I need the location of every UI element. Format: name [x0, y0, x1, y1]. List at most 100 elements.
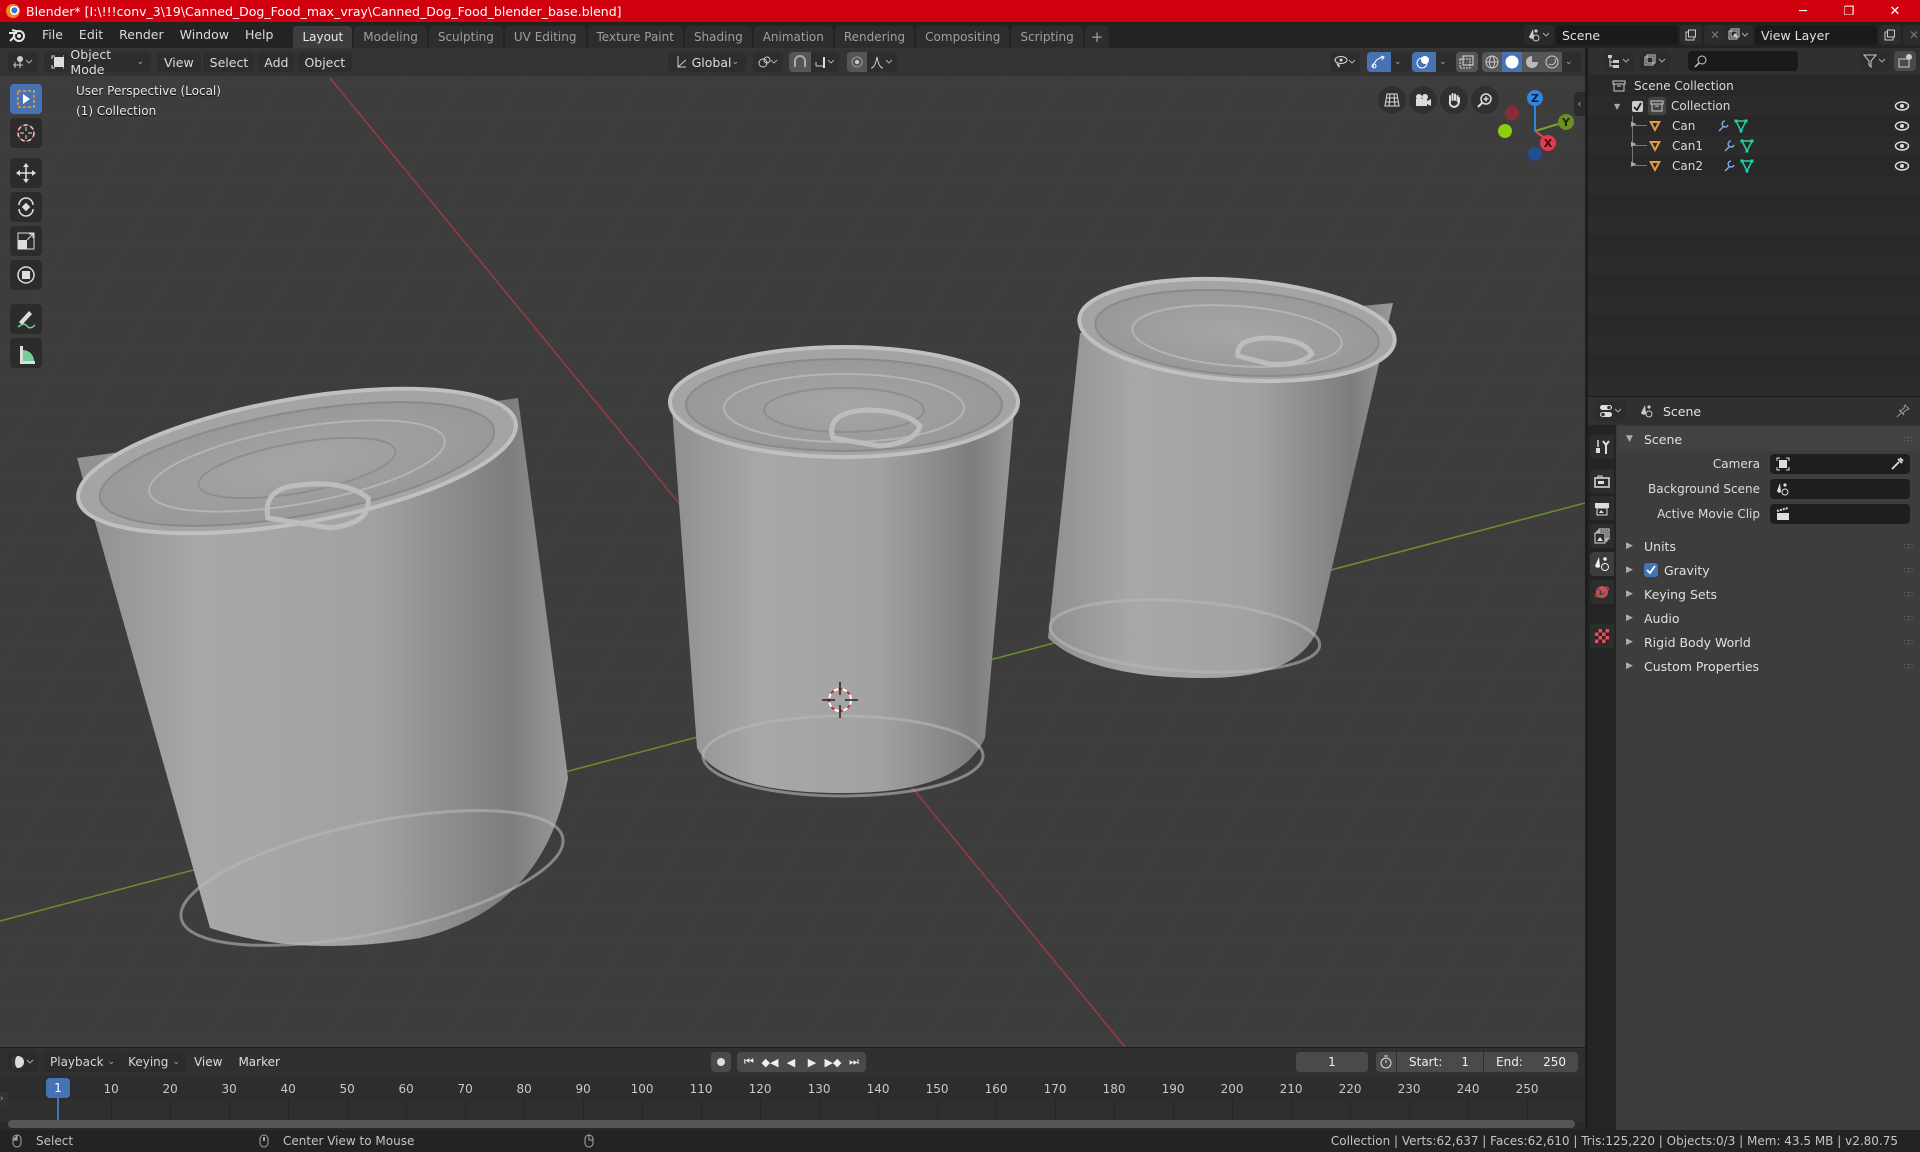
- viewport-menu-select[interactable]: Select: [202, 52, 256, 72]
- viewport-menu-add[interactable]: Add: [257, 52, 296, 72]
- scene-browse-button[interactable]: [1524, 25, 1554, 45]
- mode-dropdown[interactable]: Object Mode ⌄: [44, 48, 151, 77]
- drag-grip-icon[interactable]: ∷∷: [1904, 435, 1913, 444]
- proportional-falloff-dropdown[interactable]: [867, 52, 897, 72]
- gizmo-dropdown[interactable]: ⌄: [1391, 52, 1411, 72]
- channel-region-toggle[interactable]: ›: [0, 1092, 8, 1106]
- eyedropper-icon[interactable]: [1890, 457, 1904, 471]
- panel-scene-header[interactable]: ▼ Scene ∷∷: [1618, 427, 1920, 451]
- tool-select-box[interactable]: [10, 84, 42, 114]
- mesh-data-icon[interactable]: [1740, 159, 1754, 173]
- tab-modeling[interactable]: Modeling: [354, 26, 427, 48]
- display-mode-dropdown[interactable]: [1640, 51, 1670, 71]
- properties-tab-render[interactable]: [1590, 469, 1614, 493]
- properties-tab-texture[interactable]: [1590, 624, 1614, 648]
- tool-rotate[interactable]: [10, 192, 42, 222]
- view-layer-name-field[interactable]: View Layer: [1755, 25, 1877, 45]
- visibility-eye-icon[interactable]: [1894, 100, 1910, 112]
- minimize-button[interactable]: ─: [1780, 0, 1826, 22]
- tab-sculpting[interactable]: Sculpting: [428, 26, 503, 48]
- add-workspace-button[interactable]: +: [1084, 26, 1110, 48]
- drag-grip-icon[interactable]: ∷∷: [1904, 638, 1913, 647]
- visibility-eye-icon[interactable]: [1894, 120, 1910, 132]
- drag-grip-icon[interactable]: ∷∷: [1904, 614, 1913, 623]
- toggle-orthographic-button[interactable]: [1378, 86, 1406, 114]
- expand-triangle-icon[interactable]: ▶: [1631, 160, 1636, 168]
- gravity-checkbox[interactable]: [1644, 563, 1658, 577]
- viewport-scene[interactable]: [0, 48, 1585, 1047]
- camera-view-button[interactable]: [1409, 86, 1437, 114]
- menu-edit[interactable]: Edit: [71, 22, 111, 48]
- scene-name-field[interactable]: Scene: [1556, 25, 1678, 45]
- tab-animation[interactable]: Animation: [753, 26, 833, 48]
- drag-grip-icon[interactable]: ∷∷: [1904, 590, 1913, 599]
- menu-render[interactable]: Render: [111, 22, 172, 48]
- expand-triangle-icon[interactable]: ▶: [1631, 120, 1636, 128]
- tab-uv-editing[interactable]: UV Editing: [504, 26, 586, 48]
- new-collection-button[interactable]: [1894, 51, 1916, 71]
- menu-file[interactable]: File: [34, 22, 71, 48]
- background-scene-field[interactable]: [1770, 479, 1910, 499]
- editor-type-button[interactable]: [8, 52, 38, 72]
- expand-triangle-icon[interactable]: ▶: [1631, 140, 1636, 148]
- gizmo-toggle[interactable]: [1367, 52, 1391, 72]
- tab-shading[interactable]: Shading: [684, 26, 752, 48]
- drag-grip-icon[interactable]: ∷∷: [1904, 662, 1913, 671]
- new-scene-button[interactable]: [1680, 25, 1702, 45]
- collection-include-checkbox[interactable]: [1632, 100, 1643, 112]
- drag-grip-icon[interactable]: ∷∷: [1904, 542, 1913, 551]
- properties-tab-world[interactable]: [1590, 580, 1614, 604]
- tool-cursor[interactable]: [10, 118, 42, 148]
- outliner-editor-type-button[interactable]: [1604, 51, 1634, 71]
- panel-rigid-body-world[interactable]: ▶ Rigid Body World ∷∷: [1618, 630, 1920, 654]
- gizmo-neg-y[interactable]: [1498, 124, 1512, 138]
- object-can1[interactable]: [668, 345, 1020, 798]
- timeline-horizontal-scrollbar[interactable]: [8, 1120, 1575, 1128]
- modifier-wrench-icon[interactable]: [1716, 119, 1730, 133]
- maximize-button[interactable]: ❐: [1826, 0, 1872, 22]
- sidebar-toggle[interactable]: ‹: [1574, 92, 1585, 116]
- menu-window[interactable]: Window: [172, 22, 237, 48]
- xray-toggle[interactable]: [1456, 52, 1478, 72]
- tab-layout[interactable]: Layout: [293, 26, 353, 48]
- tool-move[interactable]: [10, 158, 42, 188]
- pan-view-button[interactable]: [1440, 86, 1468, 114]
- modifier-wrench-icon[interactable]: [1722, 139, 1736, 153]
- view-layer-browse-button[interactable]: [1723, 25, 1753, 45]
- panel-audio[interactable]: ▶ Audio ∷∷: [1618, 606, 1920, 630]
- expand-triangle-icon[interactable]: ▼: [1614, 102, 1624, 111]
- tool-scale[interactable]: [10, 226, 42, 256]
- shading-rendered-button[interactable]: [1542, 52, 1562, 72]
- properties-editor-type-button[interactable]: [1596, 401, 1626, 421]
- shading-dropdown[interactable]: ⌄: [1562, 52, 1582, 72]
- delete-view-layer-button[interactable]: ✕: [1903, 25, 1920, 45]
- proportional-editing-toggle[interactable]: [847, 52, 867, 72]
- gizmo-neg-x[interactable]: [1505, 106, 1519, 120]
- mesh-data-icon[interactable]: [1740, 139, 1754, 153]
- properties-tab-view-layer[interactable]: [1590, 524, 1614, 548]
- panel-units[interactable]: ▶ Units ∷∷: [1618, 534, 1920, 558]
- visibility-eye-icon[interactable]: [1894, 140, 1910, 152]
- modifier-wrench-icon[interactable]: [1722, 159, 1736, 173]
- 3d-viewport[interactable]: Object Mode ⌄ View Select Add Object Glo…: [0, 48, 1585, 1047]
- filter-dropdown[interactable]: [1860, 51, 1890, 71]
- tab-scripting[interactable]: Scripting: [1011, 26, 1083, 48]
- outliner-row-object[interactable]: ▶ Can1: [1588, 136, 1920, 156]
- close-button[interactable]: ✕: [1872, 0, 1918, 22]
- snap-toggle[interactable]: [789, 52, 811, 72]
- tool-annotate[interactable]: [10, 304, 42, 334]
- tool-measure[interactable]: [10, 338, 42, 368]
- tool-transform[interactable]: [10, 260, 42, 290]
- viewport-menu-view[interactable]: View: [157, 52, 201, 72]
- outliner-row-object[interactable]: ▶ Can2: [1588, 156, 1920, 176]
- camera-field[interactable]: [1770, 454, 1910, 474]
- active-movie-clip-field[interactable]: [1770, 504, 1910, 524]
- gizmo-neg-z[interactable]: [1528, 147, 1542, 161]
- outliner-row-scene-collection[interactable]: Scene Collection: [1588, 76, 1920, 96]
- navigation-gizmo[interactable]: Z Y X: [1490, 88, 1580, 173]
- pivot-point-dropdown[interactable]: [753, 52, 783, 72]
- properties-tab-output[interactable]: [1590, 496, 1614, 520]
- outliner-row-collection[interactable]: ▼ Collection: [1588, 96, 1920, 116]
- panel-keying-sets[interactable]: ▶ Keying Sets ∷∷: [1618, 582, 1920, 606]
- playhead-frame-indicator[interactable]: 1: [46, 1078, 70, 1098]
